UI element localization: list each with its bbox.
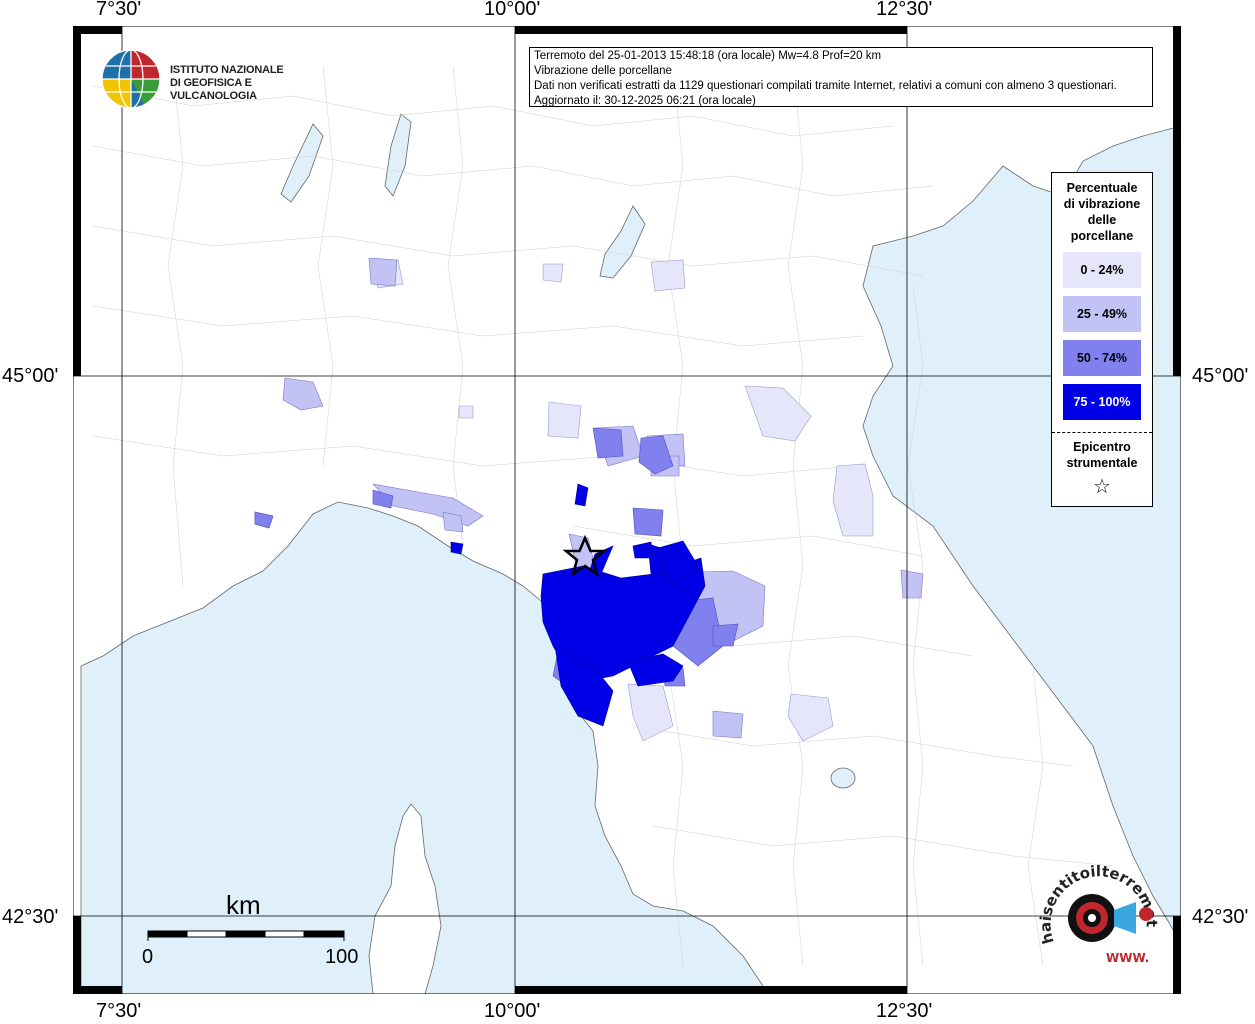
lon-label-top-3: 12°30'	[876, 0, 933, 20]
legend-title-line: porcellane	[1070, 229, 1134, 243]
legend-title-line: delle	[1087, 213, 1117, 227]
intensity-map[interactable]	[73, 26, 1181, 994]
scale-max: 100	[325, 946, 359, 968]
legend-epicenter-label: Epicentro strumentale	[1052, 439, 1152, 471]
lon-label-bottom-1: 7°30'	[96, 1000, 142, 1022]
lat-label-right-2: 42°30'	[1192, 906, 1249, 928]
lon-label-bottom-3: 12°30'	[876, 1000, 933, 1022]
logo-line-2: DI GEOFISICA E VULCANOLOGIA	[170, 77, 257, 102]
legend-title-line: Percentuale	[1066, 181, 1138, 195]
map-svg	[73, 26, 1181, 994]
lon-label-bottom-2: 10°00'	[484, 1000, 541, 1022]
legend-separator	[1052, 432, 1152, 433]
event-info-box: Terremoto del 25-01-2013 15:48:18 (ora l…	[529, 47, 1153, 107]
legend-item-75-100: 75 - 100%	[1063, 384, 1141, 420]
legend-title: Percentuale di vibrazione delle porcella…	[1052, 180, 1152, 244]
legend: Percentuale di vibrazione delle porcella…	[1051, 172, 1153, 507]
lon-label-top-1: 7°30'	[96, 0, 142, 20]
haisentito-logo: haisentitoilterremoto.it WWW.	[1031, 848, 1168, 974]
legend-epicenter-line: Epicentro	[1073, 440, 1131, 454]
scale-unit: km	[226, 890, 261, 920]
scale-labels: km 0 100	[140, 890, 380, 980]
globe-icon	[101, 49, 161, 109]
haisentito-www: WWW.	[1106, 951, 1149, 965]
legend-item-25-49: 25 - 49%	[1063, 296, 1141, 332]
lat-label-right-1: 45°00'	[1192, 365, 1249, 387]
data-note: Dati non verificati estratti da 1129 que…	[534, 80, 1117, 92]
legend-item-50-74: 50 - 74%	[1063, 340, 1141, 376]
logo-line-1: ISTITUTO NAZIONALE	[170, 64, 284, 76]
lon-label-top-2: 10°00'	[484, 0, 541, 20]
lat-label-left-1: 45°00'	[2, 365, 59, 387]
update-time: Aggiornato il: 30-12-2025 06:21 (ora loc…	[534, 95, 756, 107]
parameter-name: Vibrazione delle porcellane	[534, 65, 672, 77]
legend-epicenter-line: strumentale	[1066, 456, 1138, 470]
legend-item-0-24: 0 - 24%	[1063, 252, 1141, 288]
legend-star-icon: ☆	[1093, 476, 1111, 498]
scale-min: 0	[142, 946, 154, 968]
haisentito-icon: haisentitoilterremoto.it WWW.	[1031, 848, 1161, 965]
event-title: Terremoto del 25-01-2013 15:48:18 (ora l…	[534, 50, 882, 62]
legend-title-line: di vibrazione	[1063, 197, 1141, 211]
ingv-logo: ISTITUTO NAZIONALE DI GEOFISICA E VULCAN…	[100, 48, 320, 110]
lat-label-left-2: 42°30'	[2, 906, 59, 928]
lake-trasimeno	[830, 767, 856, 789]
